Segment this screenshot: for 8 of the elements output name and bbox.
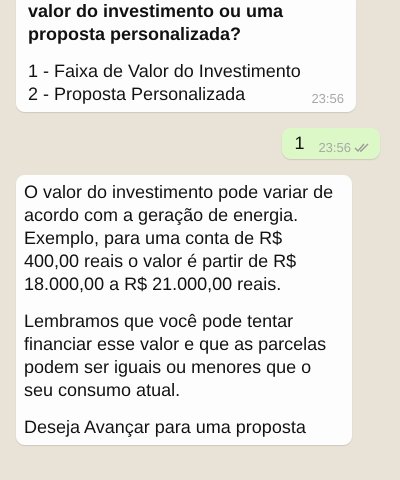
message-text: valor do investimento ou uma proposta personalizada?: [28, 0, 284, 46]
message-text: 1 - Faixa de Valor do Investimento 2 - Proposta Personalizada: [28, 60, 301, 106]
message-text: Deseja Avançar para uma proposta: [24, 416, 307, 439]
message-text: 1: [294, 132, 304, 155]
message-text: Lembramos que você pode tentar financiar esse valor e que as parcelas podem ser iguais ou menores que o seu consumo atual.: [24, 310, 328, 402]
message-time: 23:56: [311, 91, 344, 106]
message-text: O valor do investimento pode variar de acordo com a geração de energia. Exemplo, para uma conta de R$ 400,00 reais o valor é partir de R$ 18.000,00 a R$ 21.000,00 reais.: [24, 181, 334, 296]
message-time: 23:56: [318, 140, 351, 155]
